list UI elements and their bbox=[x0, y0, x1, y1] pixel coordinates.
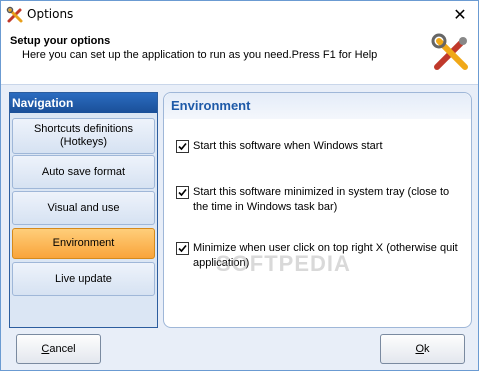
checkbox-minimize-on-close[interactable] bbox=[176, 242, 189, 255]
title-bar: Options ✕ bbox=[1, 1, 478, 29]
header-title: Setup your options bbox=[10, 35, 111, 47]
nav-item-shortcuts[interactable]: Shortcuts definitions (Hotkeys) bbox=[12, 118, 155, 154]
header-panel: Setup your options Here you can set up t… bbox=[1, 29, 478, 85]
content-title: Environment bbox=[164, 93, 471, 119]
nav-item-label: Live update bbox=[55, 272, 112, 285]
ok-mnemonic: O bbox=[415, 343, 425, 355]
checkbox-start-with-windows[interactable] bbox=[176, 140, 189, 153]
close-button[interactable]: ✕ bbox=[450, 5, 470, 25]
header-subtitle: Here you can set up the application to r… bbox=[22, 49, 378, 61]
navigation-title: Navigation bbox=[10, 93, 157, 113]
option-label: Start this software when Windows start bbox=[193, 140, 383, 152]
option-start-minimized[interactable]: Start this software minimized in system … bbox=[176, 185, 465, 215]
cancel-button[interactable]: Cancel bbox=[16, 334, 101, 364]
ok-button[interactable]: Ok bbox=[380, 334, 465, 364]
option-label: Start this software minimized in system … bbox=[193, 186, 450, 213]
option-start-with-windows[interactable]: Start this software when Windows start bbox=[176, 139, 453, 154]
nav-item-label: Auto save format bbox=[41, 165, 126, 178]
tools-app-icon bbox=[6, 6, 24, 24]
window-title: Options bbox=[27, 7, 74, 21]
navigation-panel: Navigation Shortcuts definitions (Hotkey… bbox=[9, 92, 158, 328]
ok-label: k bbox=[424, 343, 430, 355]
nav-item-visual[interactable]: Visual and use bbox=[12, 191, 155, 225]
watermark: SOFTPEDIA bbox=[216, 251, 351, 276]
nav-item-environment[interactable]: Environment bbox=[12, 228, 155, 259]
nav-item-label: Visual and use bbox=[47, 201, 120, 214]
nav-item-live-update[interactable]: Live update bbox=[12, 262, 155, 296]
nav-item-label: Environment bbox=[52, 237, 115, 249]
tools-icon bbox=[431, 33, 471, 73]
content-panel: Environment Start this software when Win… bbox=[163, 92, 472, 328]
nav-item-label: Shortcuts definitions (Hotkeys) bbox=[33, 123, 134, 148]
options-window: Options ✕ Setup your options Here you ca… bbox=[0, 0, 479, 371]
checkbox-start-minimized[interactable] bbox=[176, 186, 189, 199]
cancel-label: ancel bbox=[49, 343, 76, 355]
nav-item-auto-save[interactable]: Auto save format bbox=[12, 155, 155, 189]
